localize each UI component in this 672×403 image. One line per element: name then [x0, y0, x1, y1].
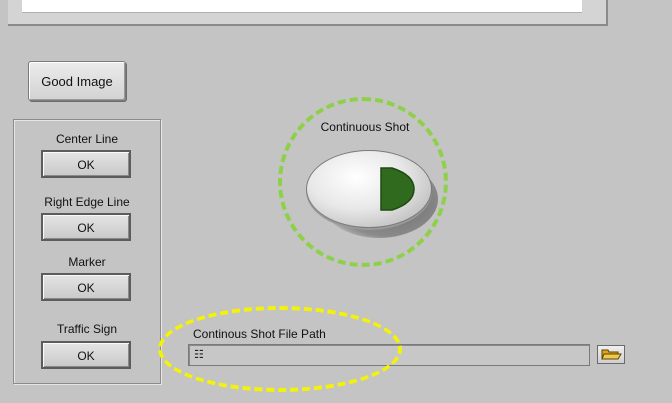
top-display-panel — [8, 0, 608, 26]
right-edge-line-label: Right Edge Line — [44, 195, 130, 209]
center-line-label: Center Line — [55, 132, 119, 146]
indicator-group: Center Line OK Right Edge Line OK Marker… — [13, 119, 161, 384]
file-path-highlight-ring — [158, 306, 402, 392]
play-icon — [380, 167, 415, 211]
browse-folder-button[interactable] — [597, 345, 625, 364]
top-display-area — [22, 0, 582, 13]
folder-open-icon — [601, 349, 622, 360]
traffic-sign-indicator[interactable]: OK — [41, 341, 131, 369]
marker-label: Marker — [68, 255, 106, 269]
center-line-indicator[interactable]: OK — [41, 150, 131, 178]
traffic-sign-label: Traffic Sign — [56, 322, 118, 336]
continuous-shot-label: Continuous Shot — [320, 120, 410, 134]
labview-front-panel: Good Image Center Line OK Right Edge Lin… — [0, 0, 672, 403]
marker-indicator[interactable]: OK — [41, 273, 131, 301]
right-edge-line-indicator[interactable]: OK — [41, 213, 131, 241]
good-image-button[interactable]: Good Image — [28, 61, 126, 101]
